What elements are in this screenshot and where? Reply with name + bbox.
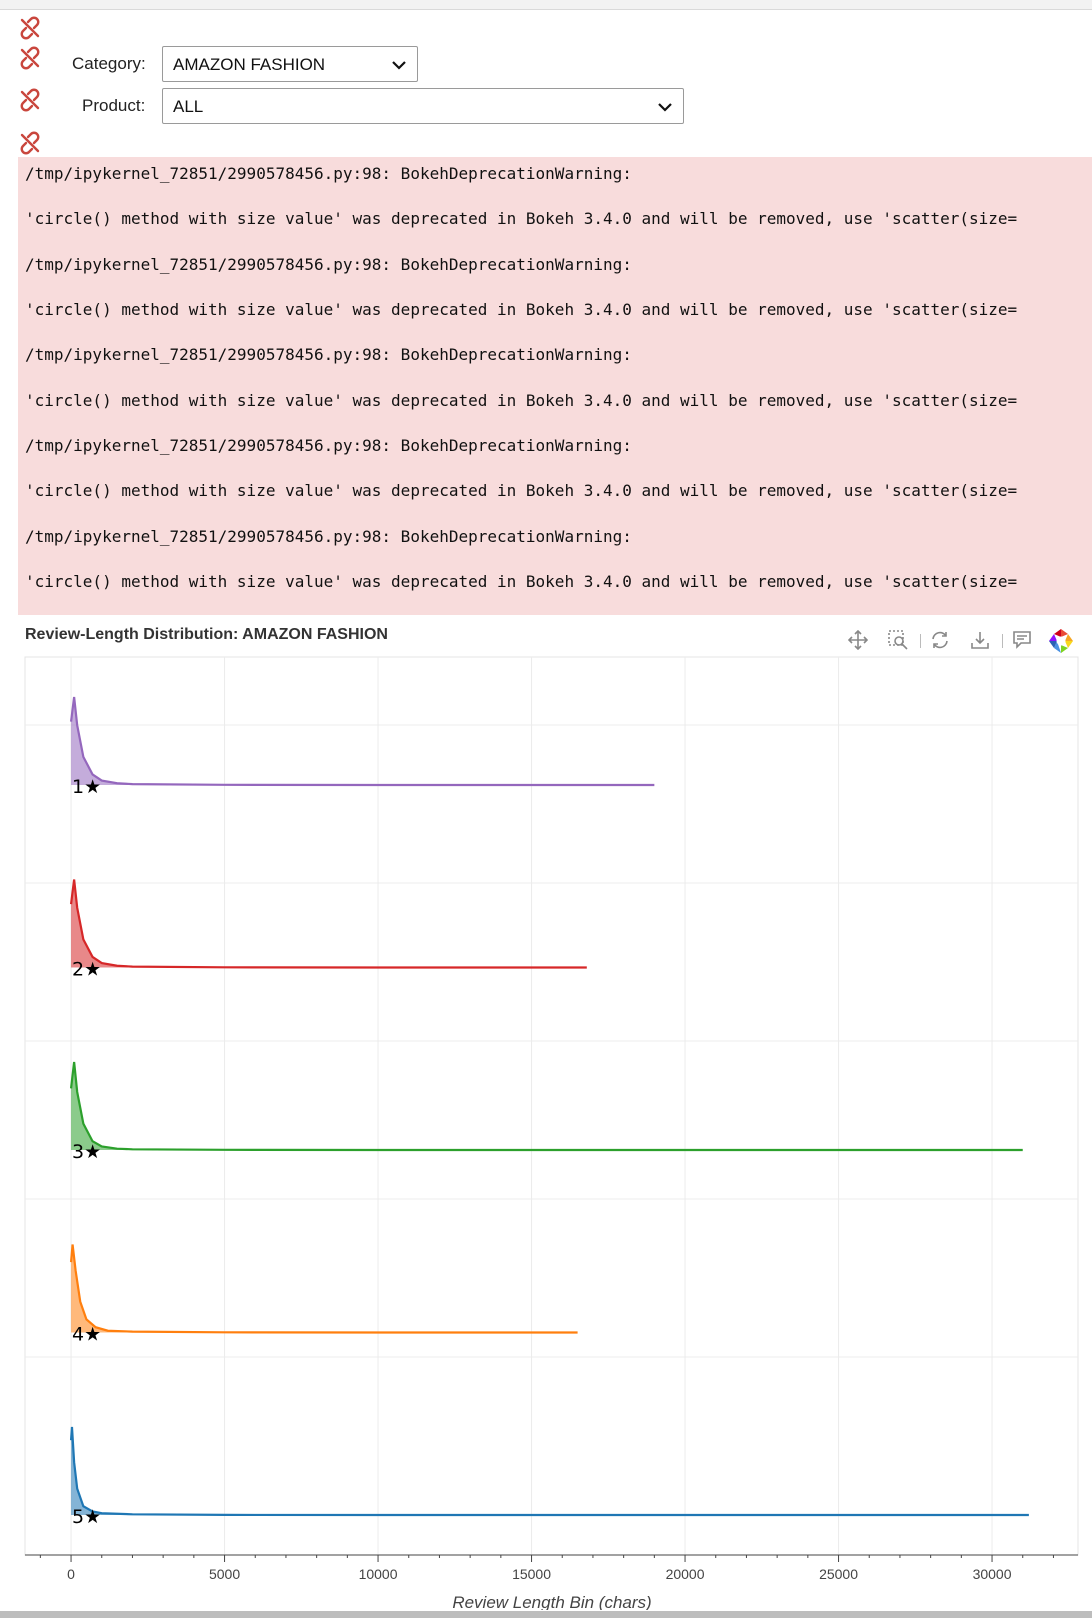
product-value: ALL: [173, 97, 204, 116]
plot-area: [24, 656, 1079, 1556]
x-axis-label: Review Length Bin (chars): [452, 1593, 651, 1610]
ridgeline-chart[interactable]: 1★ 2★ 3★ 4★ 5★ 0 5000 10000 15000 20000 25000 3000…: [0, 650, 1092, 1610]
box-zoom-icon: [888, 630, 908, 650]
category-dropdown[interactable]: AMAZON FASHION: [162, 46, 418, 82]
warning-line: 'circle() method with size value' was de…: [25, 209, 1018, 228]
cell-top-border: [0, 0, 1092, 10]
x-tick-label: 5000: [209, 1566, 240, 1582]
x-tick-label: 0: [67, 1566, 75, 1582]
unlink-icon[interactable]: [18, 88, 42, 112]
product-label: Product:: [82, 96, 146, 115]
product-dropdown[interactable]: ALL: [162, 88, 684, 124]
unlink-icon[interactable]: [18, 131, 42, 155]
plot-title: Review-Length Distribution: AMAZON FASHI…: [25, 626, 388, 643]
x-tick-label: 30000: [973, 1566, 1012, 1582]
chevron-down-icon: [392, 61, 406, 70]
x-tick-label: 20000: [666, 1566, 705, 1582]
unlink-icon[interactable]: [18, 16, 42, 40]
bottom-scrollbar[interactable]: [0, 1611, 1092, 1618]
series-label: 2★: [72, 959, 101, 981]
category-label: Category:: [72, 54, 146, 73]
warning-line: /tmp/ipykernel_72851/2990578456.py:98: B…: [25, 345, 632, 364]
hover-icon: [1013, 631, 1031, 649]
unlink-icon[interactable]: [18, 46, 42, 70]
pan-icon: [848, 630, 868, 650]
warning-line: 'circle() method with size value' was de…: [25, 391, 1018, 410]
x-tick-label: 25000: [819, 1566, 858, 1582]
warning-output: /tmp/ipykernel_72851/2990578456.py:98: B…: [18, 157, 1092, 615]
series-label: 3★: [72, 1141, 101, 1163]
x-tick-label: 15000: [512, 1566, 551, 1582]
series-label: 5★: [72, 1506, 101, 1528]
warning-line: 'circle() method with size value' was de…: [25, 572, 1018, 591]
series-label: 4★: [72, 1324, 101, 1346]
warning-line: /tmp/ipykernel_72851/2990578456.py:98: B…: [25, 527, 632, 546]
save-icon: [971, 632, 989, 649]
x-tick-label: 10000: [359, 1566, 398, 1582]
series-label: 1★: [72, 776, 101, 798]
chevron-down-icon: [658, 103, 672, 112]
warning-line: /tmp/ipykernel_72851/2990578456.py:98: B…: [25, 255, 632, 274]
warning-line: /tmp/ipykernel_72851/2990578456.py:98: B…: [25, 164, 632, 183]
reset-icon: [932, 631, 948, 649]
warning-line: 'circle() method with size value' was de…: [25, 300, 1018, 319]
category-value: AMAZON FASHION: [173, 55, 326, 74]
warning-line: /tmp/ipykernel_72851/2990578456.py:98: B…: [25, 436, 632, 455]
warning-line: 'circle() method with size value' was de…: [25, 481, 1018, 500]
